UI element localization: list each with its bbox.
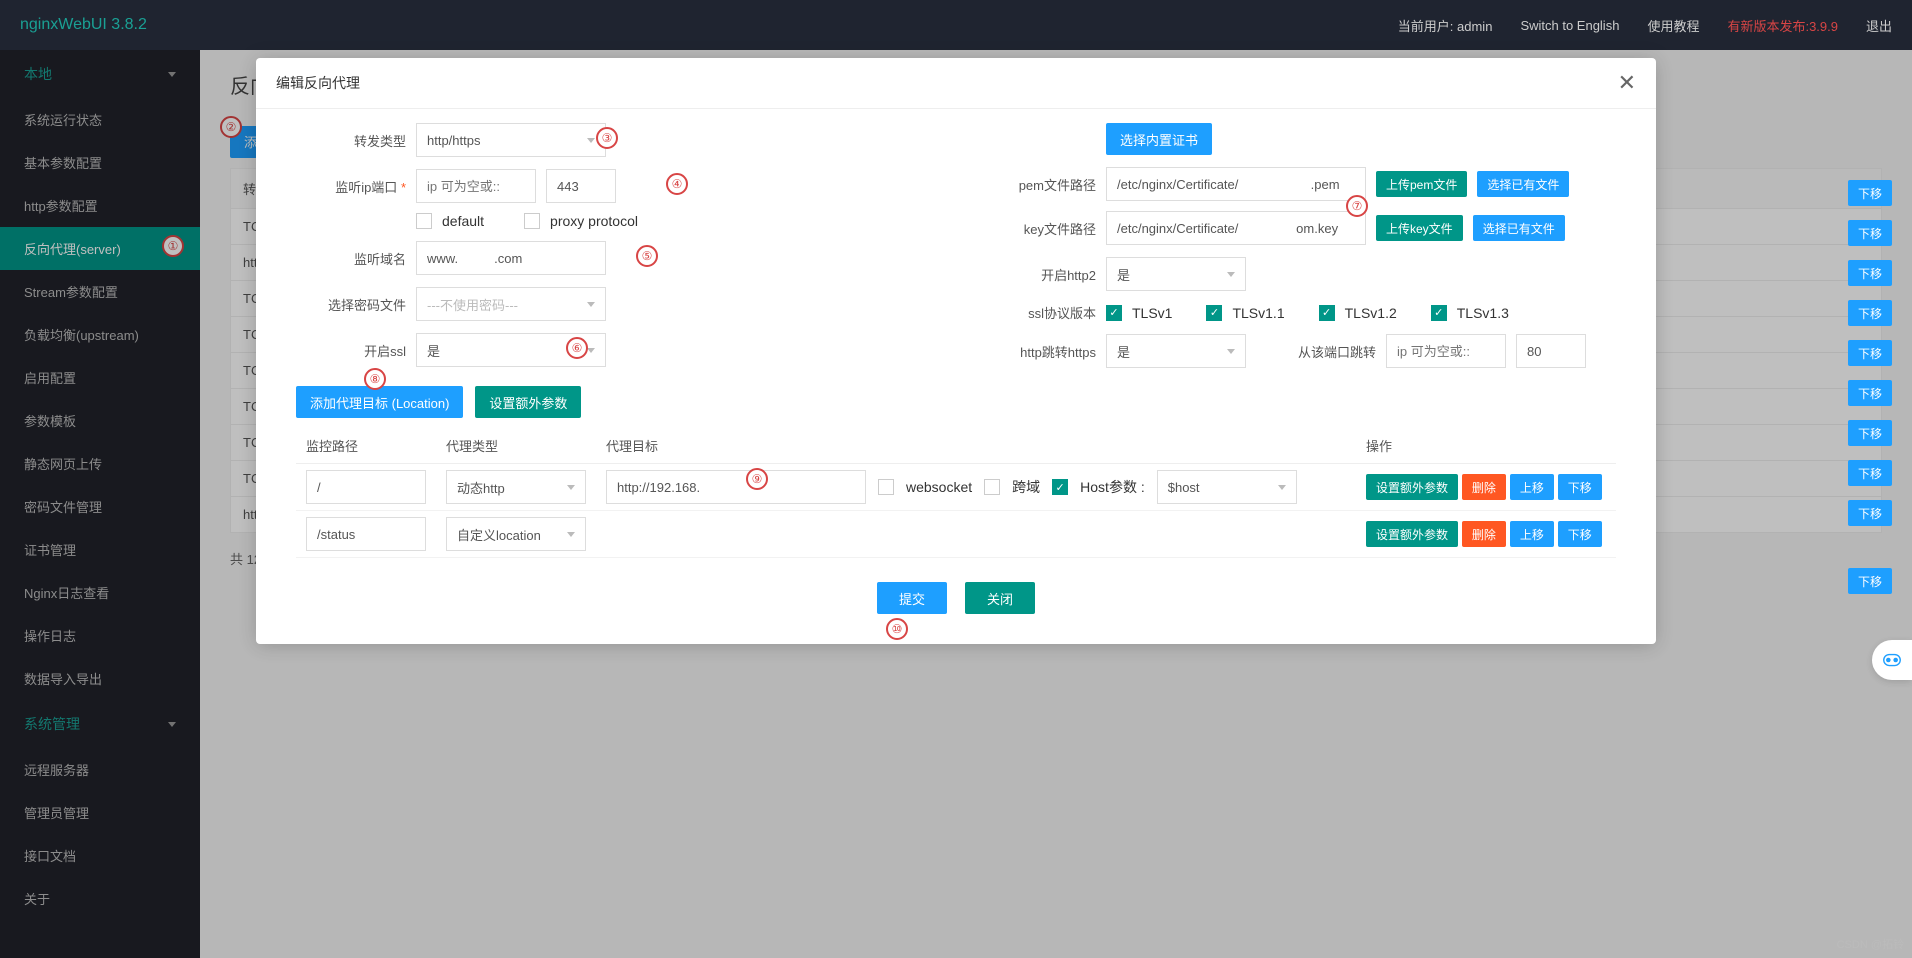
watermark: CSDN @拓铃: [1837, 936, 1904, 952]
input-loc-path-0[interactable]: [306, 470, 426, 504]
chevron-down-icon: [567, 532, 575, 537]
location-row: 动态http websocket 跨域 ✓Host参数 : $host ⑨: [296, 464, 1616, 511]
input-listen-port[interactable]: [546, 169, 616, 203]
checkbox-default[interactable]: [416, 213, 432, 229]
bg-down-button[interactable]: 下移: [1848, 380, 1892, 406]
select-ssl[interactable]: 是: [416, 333, 606, 367]
row-down-button[interactable]: 下移: [1558, 521, 1602, 547]
submit-button[interactable]: 提交: [877, 582, 947, 614]
select-pem-button[interactable]: 选择已有文件: [1477, 171, 1569, 197]
label-key: key文件路径: [986, 219, 1096, 238]
checkbox-proxy-protocol[interactable]: [524, 213, 540, 229]
location-row: 自定义location 设置额外参数 删除 上移 下移: [296, 511, 1616, 558]
input-listen-ip[interactable]: [416, 169, 536, 203]
bg-down-button[interactable]: 下移: [1848, 220, 1892, 246]
checkbox-websocket[interactable]: [878, 479, 894, 495]
bg-down-button[interactable]: 下移: [1848, 300, 1892, 326]
edit-proxy-modal: 编辑反向代理 ✕ 转发类型 http/https ③ 监听ip端口 *: [256, 58, 1656, 644]
current-user: 当前用户: admin: [1398, 16, 1493, 35]
label-forward-type: 转发类型: [296, 131, 406, 150]
bg-down-button[interactable]: 下移: [1848, 180, 1892, 206]
row-delete-button[interactable]: 删除: [1462, 521, 1506, 547]
bg-down-button[interactable]: 下移: [1848, 260, 1892, 286]
tutorial-link[interactable]: 使用教程: [1647, 16, 1699, 35]
close-icon[interactable]: ✕: [1618, 72, 1636, 94]
label-ssl-proto: ssl协议版本: [986, 303, 1096, 322]
bg-down-button[interactable]: 下移: [1848, 568, 1892, 594]
checkbox-tlsv1[interactable]: ✓: [1106, 305, 1122, 321]
select-loc-type-1[interactable]: 自定义location: [446, 517, 586, 551]
row-up-button[interactable]: 上移: [1510, 474, 1554, 500]
select-loc-type-0[interactable]: 动态http: [446, 470, 586, 504]
select-http-https[interactable]: 是: [1106, 334, 1246, 368]
bg-down-button[interactable]: 下移: [1848, 420, 1892, 446]
chevron-down-icon: [1227, 272, 1235, 277]
label-http2: 开启http2: [986, 265, 1096, 284]
label-pem: pem文件路径: [986, 175, 1096, 194]
bg-down-button[interactable]: 下移: [1848, 340, 1892, 366]
annotation-10: ⑩: [886, 618, 908, 640]
chevron-down-icon: [587, 138, 595, 143]
chevron-down-icon: [567, 485, 575, 490]
modal-title: 编辑反向代理: [276, 73, 360, 93]
label-http-https: http跳转https: [986, 342, 1096, 361]
label-password: 选择密码文件: [296, 295, 406, 314]
input-jump-port[interactable]: [1516, 334, 1586, 368]
row-down-button[interactable]: 下移: [1558, 474, 1602, 500]
checkbox-tlsv13[interactable]: ✓: [1431, 305, 1447, 321]
chevron-down-icon: [1227, 349, 1235, 354]
input-pem-path[interactable]: [1106, 167, 1366, 201]
upload-pem-button[interactable]: 上传pem文件: [1376, 171, 1467, 197]
logout-link[interactable]: 退出: [1866, 16, 1892, 35]
checkbox-host[interactable]: ✓: [1052, 479, 1068, 495]
label-domain: 监听域名: [296, 249, 406, 268]
brand-logo: nginxWebUI 3.8.2: [20, 16, 147, 34]
chevron-down-icon: [587, 348, 595, 353]
select-password[interactable]: ---不使用密码---: [416, 287, 606, 321]
location-table: 监控路径 代理类型 代理目标 操作 动态http websocket 跨域: [296, 428, 1616, 558]
bg-down-button[interactable]: 下移: [1848, 500, 1892, 526]
annotation-5: ⑤: [636, 245, 658, 267]
modal-overlay: 编辑反向代理 ✕ 转发类型 http/https ③ 监听ip端口 *: [0, 50, 1912, 958]
bg-down-button[interactable]: 下移: [1848, 460, 1892, 486]
input-key-path[interactable]: [1106, 211, 1366, 245]
select-host-val[interactable]: $host: [1157, 470, 1297, 504]
robot-icon: [1881, 649, 1903, 671]
top-right-nav: 当前用户: admin Switch to English 使用教程 有新版本发…: [1398, 16, 1892, 35]
checkbox-tlsv12[interactable]: ✓: [1319, 305, 1335, 321]
add-location-button[interactable]: 添加代理目标 (Location): [296, 386, 463, 418]
input-loc-path-1[interactable]: [306, 517, 426, 551]
select-http2[interactable]: 是: [1106, 257, 1246, 291]
input-loc-target-0[interactable]: [606, 470, 866, 504]
switch-lang-link[interactable]: Switch to English: [1520, 18, 1619, 33]
chevron-down-icon: [587, 302, 595, 307]
input-domain[interactable]: [416, 241, 606, 275]
input-jump-ip[interactable]: [1386, 334, 1506, 368]
label-jump-port: 从该端口跳转: [1256, 342, 1376, 361]
annotation-4: ④: [666, 173, 688, 195]
upload-key-button[interactable]: 上传key文件: [1376, 215, 1463, 241]
new-version-link[interactable]: 有新版本发布:3.9.9: [1727, 16, 1838, 35]
top-nav: nginxWebUI 3.8.2 当前用户: admin Switch to E…: [0, 0, 1912, 50]
row-delete-button[interactable]: 删除: [1462, 474, 1506, 500]
extra-params-button[interactable]: 设置额外参数: [475, 386, 581, 418]
select-cert-button[interactable]: 选择内置证书: [1106, 123, 1212, 155]
close-button[interactable]: 关闭: [965, 582, 1035, 614]
checkbox-tlsv11[interactable]: ✓: [1206, 305, 1222, 321]
label-ssl: 开启ssl: [296, 341, 406, 360]
select-forward-type[interactable]: http/https: [416, 123, 606, 157]
select-key-button[interactable]: 选择已有文件: [1473, 215, 1565, 241]
chevron-down-icon: [1278, 485, 1286, 490]
row-extra-button[interactable]: 设置额外参数: [1366, 521, 1458, 547]
checkbox-cors[interactable]: [984, 479, 1000, 495]
label-listen-port: 监听ip端口 *: [296, 177, 406, 196]
row-extra-button[interactable]: 设置额外参数: [1366, 474, 1458, 500]
row-up-button[interactable]: 上移: [1510, 521, 1554, 547]
assistant-fab[interactable]: [1872, 640, 1912, 680]
